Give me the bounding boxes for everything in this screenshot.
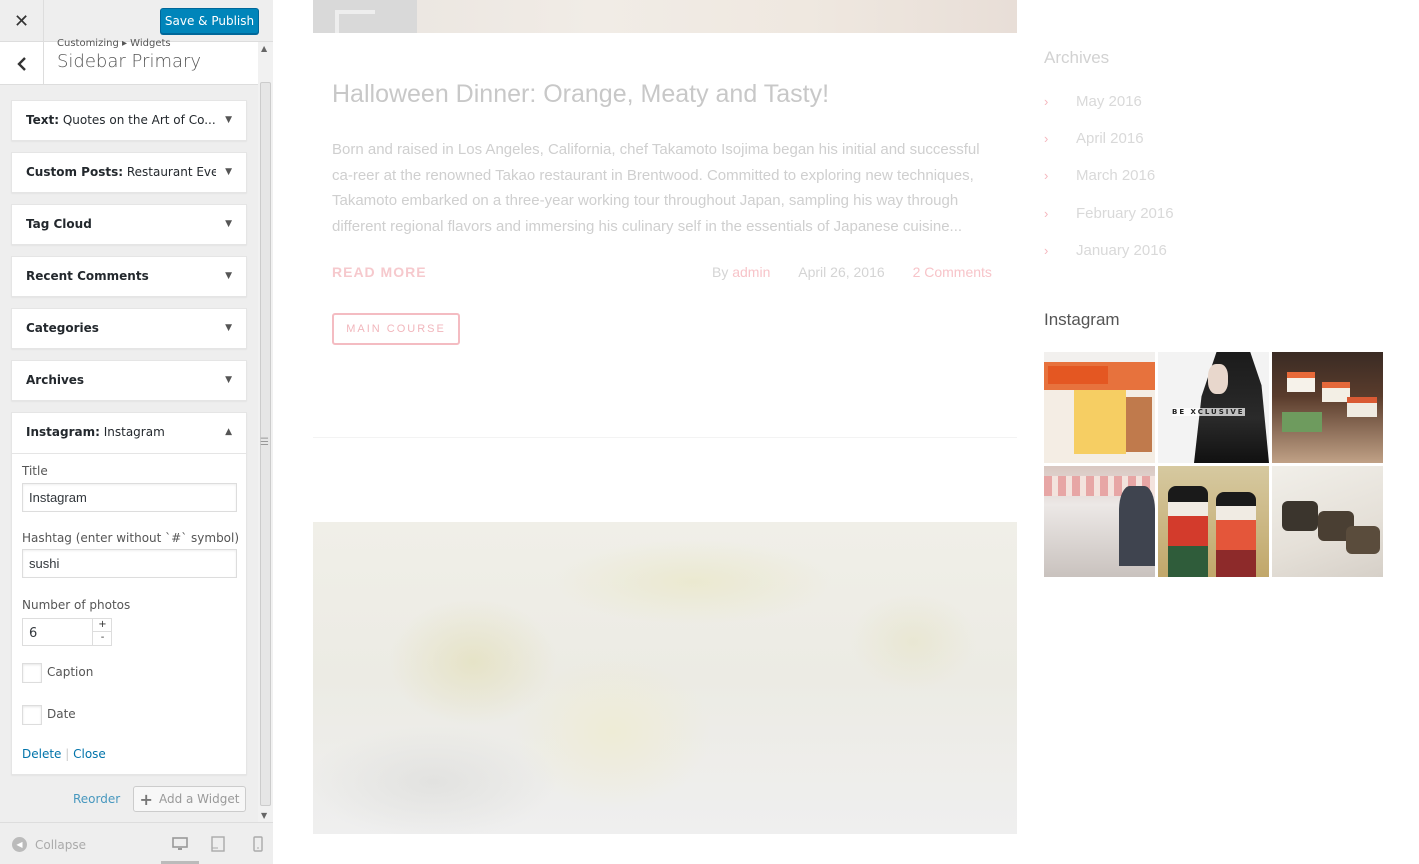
link-separator: | [61,747,74,761]
photos-count-stepper[interactable]: 6 + - [22,618,112,646]
caption-checkbox[interactable] [22,663,42,683]
decrement-icon[interactable]: - [92,632,112,645]
post-divider [313,437,1017,438]
collapse-arrow-icon: ◀ [12,837,27,852]
hashtag-label: Hashtag (enter without `#` symbol) [22,531,240,545]
add-widget-label: Add a Widget [158,792,240,806]
collapse-label: Collapse [35,837,86,852]
widget-custom-posts[interactable]: Custom Posts: Restaurant Eve... ▼ [11,152,247,193]
add-widget-button[interactable]: + Add a Widget [133,786,246,812]
archive-item[interactable]: › May 2016 [1044,93,1142,110]
widget-subtitle: Restaurant Eve... [126,165,216,179]
instagram-photo[interactable] [1044,466,1155,577]
widget-categories[interactable]: Categories ▼ [11,308,247,349]
widget-type: Instagram: [26,425,100,439]
scroll-up-arrow-icon[interactable]: ▲ [261,44,267,53]
widget-type: Categories [26,321,99,335]
chevron-right-icon: › [1044,131,1049,146]
post-date: April 26, 2016 [798,264,885,280]
hashtag-input[interactable] [22,549,237,578]
site-preview: Halloween Dinner: Orange, Meaty and Tast… [274,0,1419,864]
customizer-footer: ◀ Collapse [0,822,273,864]
instagram-photo[interactable] [1272,352,1383,463]
instagram-photo[interactable]: BE XCLUSIVE [1158,352,1269,463]
section-title: Sidebar Primary [57,51,202,72]
widget-tag-cloud[interactable]: Tag Cloud ▼ [11,204,247,245]
instagram-title: Instagram [1044,310,1120,329]
archive-item[interactable]: › January 2016 [1044,242,1167,259]
title-input[interactable] [22,483,237,512]
instagram-photo-text: BE XCLUSIVE [1172,408,1245,416]
section-header: Customizing ▸ Widgets Sidebar Primary [0,38,258,85]
photos-count-value: 6 [29,626,38,641]
post-featured-image-top [313,0,1017,33]
post-author-link[interactable]: admin [732,264,770,280]
archive-item[interactable]: › March 2016 [1044,167,1155,184]
chevron-right-icon: › [1044,206,1049,221]
collapse-arrow-icon[interactable]: ▲ [225,427,232,437]
widget-actions: Delete | Close [22,747,106,761]
close-link[interactable]: Close [73,747,106,761]
title-label: Title [22,464,48,478]
close-icon: ✕ [13,10,30,32]
date-checkbox[interactable] [22,705,42,725]
post-meta: By admin April 26, 2016 2 Comments [712,264,992,280]
instagram-photo[interactable] [1158,466,1269,577]
increment-icon[interactable]: + [92,619,112,632]
widget-archives[interactable]: Archives ▼ [11,360,247,401]
chevron-right-icon: › [1044,168,1049,183]
post-title[interactable]: Halloween Dinner: Orange, Meaty and Tast… [332,80,829,109]
close-customizer-button[interactable]: ✕ [0,0,44,42]
post-featured-image[interactable] [313,522,1017,834]
chevron-left-icon [16,56,26,71]
widget-text[interactable]: Text: Quotes on the Art of Co... ▼ [11,100,247,141]
mobile-preview-icon[interactable] [250,836,266,852]
breadcrumb: Customizing ▸ Widgets [57,38,171,48]
widget-type: Tag Cloud [26,217,92,231]
archives-title: Archives [1044,48,1110,67]
post-excerpt: Born and raised in Los Angeles, Californ… [332,141,980,236]
date-label: Date [47,707,76,721]
scroll-down-arrow-icon[interactable]: ▼ [261,811,267,820]
save-publish-button[interactable]: Save & Publish [160,8,259,34]
post-comments-link[interactable]: 2 Comments [913,264,992,280]
post-category-button[interactable]: MAIN COURSE [332,313,460,345]
expand-arrow-icon[interactable]: ▼ [225,323,232,333]
widget-instagram: Instagram: Instagram ▲ Title Hashtag (en… [11,412,247,775]
desktop-preview-icon[interactable] [172,836,188,852]
sidebar-scrollbar[interactable]: ▲ ▼ [258,42,273,822]
caption-label: Caption [47,665,94,679]
delete-link[interactable]: Delete [22,747,61,761]
expand-arrow-icon[interactable]: ▼ [225,271,232,281]
resize-handle-icon[interactable]: ☰ [260,437,269,448]
read-more-link[interactable]: READ MORE [332,264,427,280]
back-button[interactable] [0,42,44,85]
chevron-right-icon: › [1044,94,1049,109]
expand-arrow-icon[interactable]: ▼ [225,219,232,229]
customizer-panel: ✕ Save & Publish Customizing ▸ Widgets S… [0,0,273,864]
chevron-right-icon: › [1044,243,1049,258]
expand-arrow-icon[interactable]: ▼ [225,115,232,125]
instagram-photo[interactable] [1272,466,1383,577]
archive-item[interactable]: › April 2016 [1044,130,1144,147]
widget-type: Archives [26,373,85,387]
widget-type: Recent Comments [26,269,149,283]
widget-recent-comments[interactable]: Recent Comments ▼ [11,256,247,297]
instagram-photo[interactable] [1044,352,1155,463]
reorder-link[interactable]: Reorder [73,792,120,806]
collapse-button[interactable]: ◀ Collapse [12,837,86,852]
post-by-label: By [712,264,733,280]
tablet-preview-icon[interactable] [210,836,226,852]
expand-arrow-icon[interactable]: ▼ [225,167,232,177]
archive-item[interactable]: › February 2016 [1044,205,1174,222]
widget-type: Text: [26,113,60,127]
expand-arrow-icon[interactable]: ▼ [225,375,232,385]
widget-subtitle: Instagram [99,425,165,439]
widget-type: Custom Posts: [26,165,124,179]
photos-count-label: Number of photos [22,598,131,612]
widget-subtitle: Quotes on the Art of Co... [59,113,216,127]
plus-icon: + [139,789,153,809]
widget-instagram-header[interactable]: Instagram: Instagram ▲ [12,413,246,454]
